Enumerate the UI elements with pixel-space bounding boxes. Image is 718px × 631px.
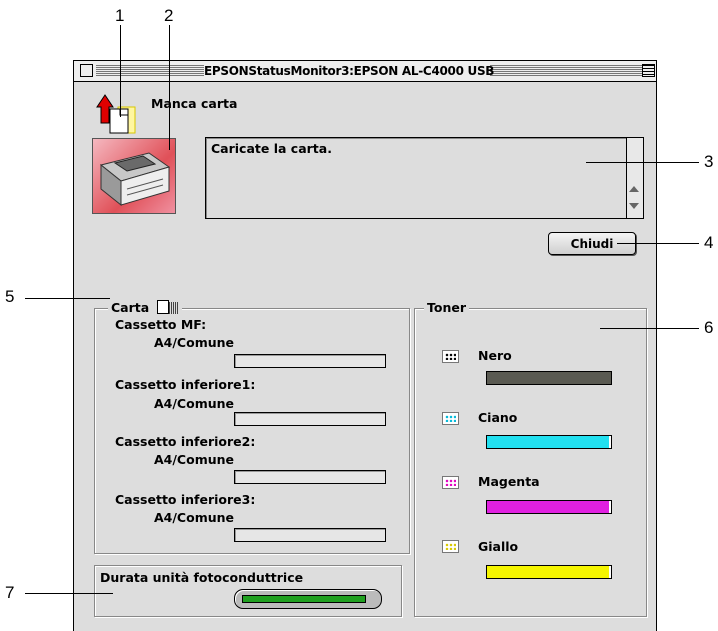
callout-2: 2 xyxy=(164,6,174,25)
printer-icon xyxy=(92,138,176,214)
toner-cyan-bar xyxy=(486,435,612,449)
tray-4-size: A4/Comune xyxy=(154,510,234,525)
callout-line-1 xyxy=(120,25,121,117)
toner-black-fill xyxy=(487,372,611,384)
scroll-up-arrow-icon[interactable] xyxy=(629,186,639,192)
black-toner-icon xyxy=(442,350,459,363)
toner-black-bar xyxy=(486,371,612,385)
status-title: Manca carta xyxy=(151,96,238,111)
magenta-toner-icon xyxy=(442,476,459,489)
photoconductor-level-fill xyxy=(242,595,366,603)
callout-line-7 xyxy=(25,593,113,594)
toner-yellow-label: Giallo xyxy=(478,539,519,554)
tray-2-size: A4/Comune xyxy=(154,396,234,411)
title-bar[interactable]: EPSONStatusMonitor3:EPSON AL-C4000 USB xyxy=(74,61,656,82)
yellow-toner-icon xyxy=(442,540,459,553)
cyan-toner-icon xyxy=(442,412,459,425)
tray-1-size: A4/Comune xyxy=(154,335,234,350)
tray-1-level-bar xyxy=(234,354,386,368)
toner-black-label: Nero xyxy=(478,348,512,363)
status-monitor-window: EPSONStatusMonitor3:EPSON AL-C4000 USB M… xyxy=(73,60,657,631)
photoconductor-level-bar xyxy=(234,589,382,609)
callout-3: 3 xyxy=(704,152,714,171)
callout-line-6 xyxy=(600,328,699,329)
scroll-down-arrow-icon[interactable] xyxy=(629,203,639,209)
tray-2-level-bar xyxy=(234,412,386,426)
tray-3-name: Cassetto inferiore2: xyxy=(115,434,256,449)
callout-4: 4 xyxy=(704,233,714,252)
toner-magenta-label: Magenta xyxy=(478,474,540,489)
paper-group xyxy=(94,308,410,554)
toner-magenta-bar xyxy=(486,500,612,514)
toner-cyan-fill xyxy=(487,436,609,448)
callout-line-4 xyxy=(617,243,699,244)
toner-yellow-fill xyxy=(487,566,609,578)
close-box-icon[interactable] xyxy=(80,64,93,77)
collapse-box-icon[interactable] xyxy=(642,64,655,77)
tray-4-name: Cassetto inferiore3: xyxy=(115,492,256,507)
paper-stack-icon xyxy=(168,302,179,314)
callout-line-2 xyxy=(169,25,170,150)
paper-group-label: Carta xyxy=(108,300,182,315)
callout-1: 1 xyxy=(115,6,125,25)
window-title: EPSONStatusMonitor3:EPSON AL-C4000 USB xyxy=(204,62,495,80)
message-text: Caricate la carta. xyxy=(211,141,332,156)
callout-6: 6 xyxy=(704,318,714,337)
tray-4-level-bar xyxy=(234,528,386,542)
tray-2-name: Cassetto inferiore1: xyxy=(115,377,256,392)
toner-cyan-label: Ciano xyxy=(478,410,518,425)
callout-line-5 xyxy=(25,298,110,299)
tray-1-name: Cassetto MF: xyxy=(115,317,207,332)
paper-out-icon xyxy=(96,93,136,135)
toner-yellow-bar xyxy=(486,565,612,579)
callout-line-3 xyxy=(586,162,699,163)
toner-magenta-fill xyxy=(487,501,609,513)
callout-5: 5 xyxy=(5,287,15,306)
callout-7: 7 xyxy=(5,583,15,602)
message-scrollbar[interactable] xyxy=(626,138,643,218)
tray-3-size: A4/Comune xyxy=(154,452,234,467)
message-box: Caricate la carta. xyxy=(205,137,644,219)
paper-tray-icon xyxy=(156,300,169,314)
photoconductor-label: Durata unità fotoconduttrice xyxy=(100,570,304,585)
tray-3-level-bar xyxy=(234,470,386,484)
